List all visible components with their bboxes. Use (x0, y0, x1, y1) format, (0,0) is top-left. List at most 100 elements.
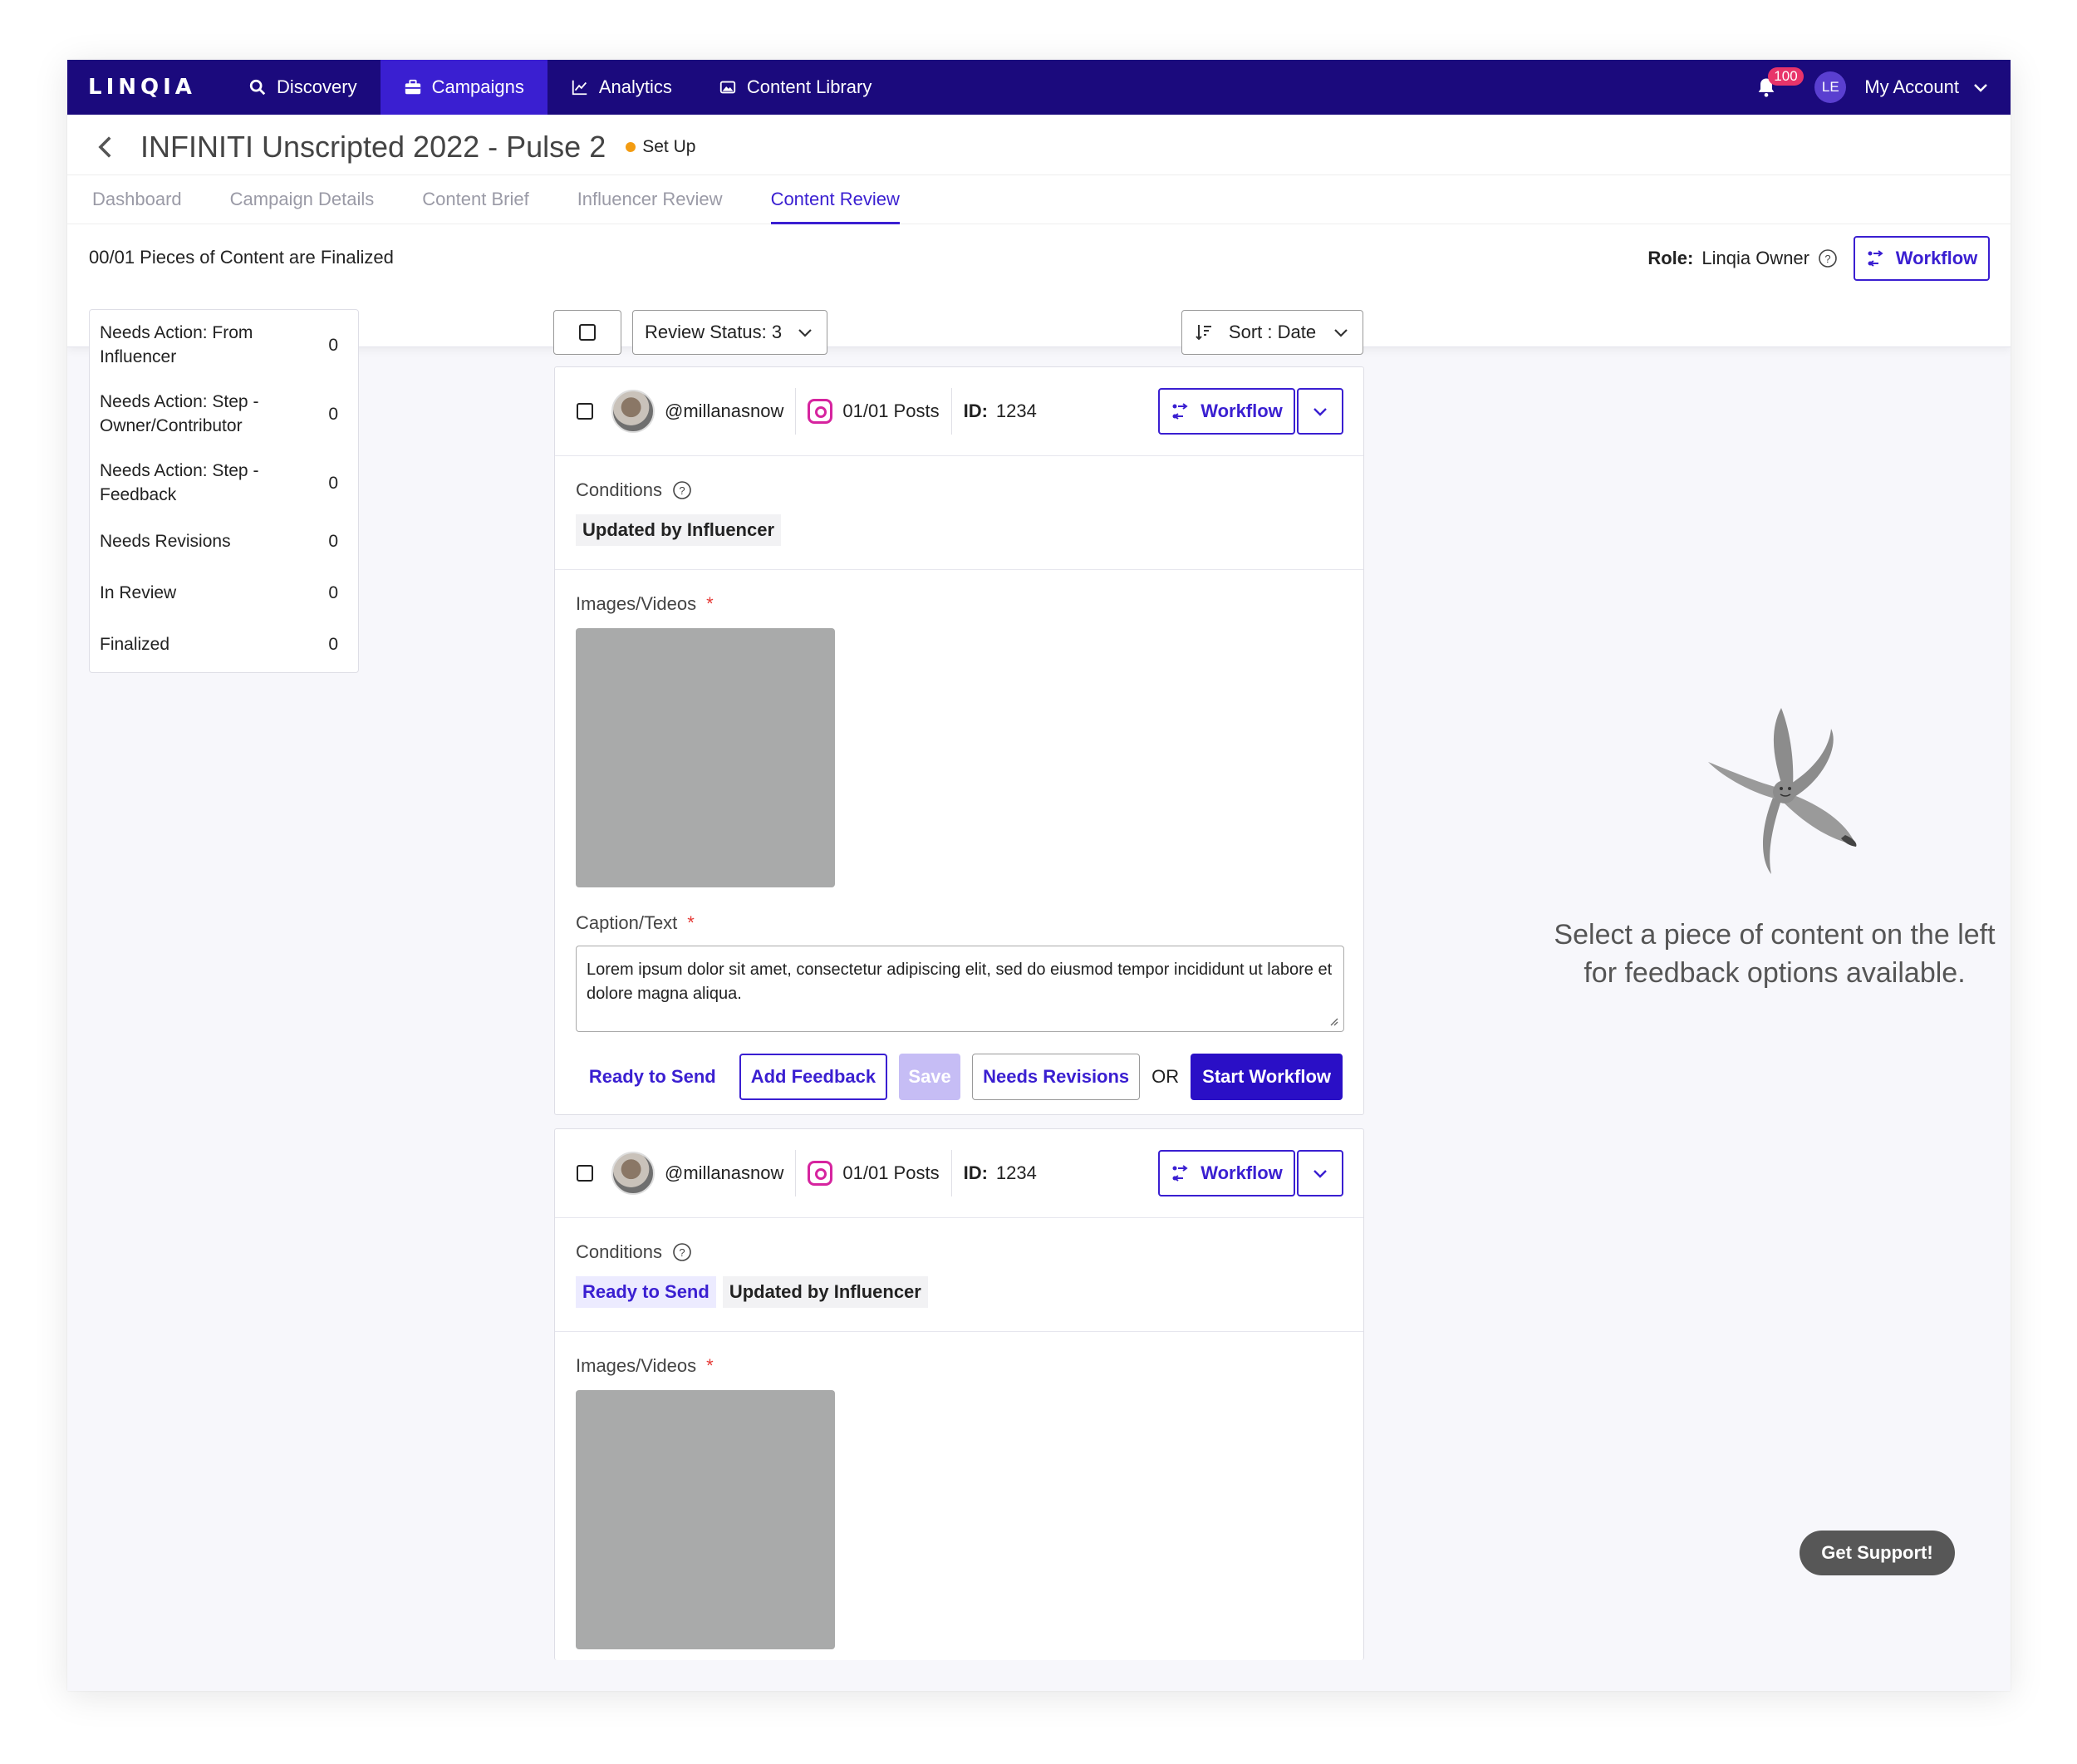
top-navbar: LINQIA Discovery Campaigns Analytics Con… (67, 60, 2011, 115)
linqia-logo[interactable]: LINQIA (88, 75, 225, 100)
nav-label: Content Library (746, 76, 872, 97)
tab-dashboard[interactable]: Dashboard (92, 175, 182, 224)
instagram-icon (808, 399, 833, 424)
conditions-label: Conditions ? (576, 479, 1343, 501)
content-checkbox[interactable] (577, 1165, 593, 1182)
select-all-checkbox[interactable] (553, 310, 621, 355)
media-section: Images/Videos * (555, 1332, 1363, 1660)
media-placeholder[interactable] (576, 1390, 835, 1649)
workflow-dropdown-button[interactable] (1297, 388, 1343, 435)
nav-campaigns[interactable]: Campaigns (380, 60, 547, 115)
filter-label: Needs Action: From Influencer (100, 323, 253, 366)
needs-revisions-button[interactable]: Needs Revisions (972, 1054, 1141, 1100)
filter-finalized[interactable]: Finalized 0 (100, 629, 348, 659)
ready-to-send-button[interactable]: Ready to Send (577, 1066, 728, 1088)
role-label: Role: (1647, 248, 1694, 268)
account-label: My Account (1864, 76, 1959, 97)
caption-value: Lorem ipsum dolor sit amet, consectetur … (587, 961, 1333, 1003)
workflow-button[interactable]: Workflow (1158, 1150, 1295, 1196)
filter-in-review[interactable]: In Review 0 (100, 577, 348, 607)
filter-needs-action-owner[interactable]: Needs Action: Step - Owner/Contributor 0 (100, 389, 348, 439)
review-status-dropdown[interactable]: Review Status: 3 (632, 310, 827, 355)
media-text: Images/Videos (576, 1355, 697, 1376)
filter-count: 0 (328, 473, 338, 493)
chevron-down-icon (798, 329, 812, 337)
help-icon[interactable]: ? (1818, 248, 1838, 268)
resize-handle-icon[interactable] (1328, 1016, 1338, 1026)
content-card-header: @millanasnow 01/01 Posts ID: 1234 Workfl… (555, 1129, 1363, 1218)
filter-needs-action-influencer[interactable]: Needs Action: From Influencer 0 (100, 320, 348, 370)
starfish-illustration-icon (1708, 708, 1857, 874)
instagram-icon (808, 1161, 833, 1186)
add-feedback-button[interactable]: Add Feedback (739, 1054, 888, 1100)
tab-content-brief[interactable]: Content Brief (422, 175, 528, 224)
get-support-button[interactable]: Get Support! (1800, 1531, 1955, 1575)
divider (795, 1150, 797, 1196)
required-marker: * (687, 912, 695, 933)
page-title: INFINITI Unscripted 2022 - Pulse 2 (140, 130, 606, 164)
conditions-section: Conditions ? Ready to Send Updated by In… (555, 1218, 1363, 1332)
nav-label: Discovery (277, 76, 357, 97)
divider (950, 1150, 952, 1196)
media-placeholder[interactable] (576, 628, 835, 887)
filter-needs-action-feedback[interactable]: Needs Action: Step - Feedback 0 (100, 458, 348, 508)
line-chart-icon (572, 80, 587, 96)
campaign-tabs: Dashboard Campaign Details Content Brief… (67, 174, 2011, 224)
notifications-button[interactable]: 100 (1755, 67, 1804, 99)
svg-text:?: ? (679, 1246, 685, 1259)
nav-label: Analytics (598, 76, 672, 97)
filter-count: 0 (328, 531, 338, 551)
image-gallery-icon (719, 81, 736, 94)
nav-discovery[interactable]: Discovery (225, 60, 381, 115)
media-text: Images/Videos (576, 593, 697, 614)
condition-chip: Updated by Influencer (722, 1276, 928, 1308)
content-checkbox[interactable] (577, 403, 593, 420)
conditions-text: Conditions (576, 1241, 662, 1262)
title-row: INFINITI Unscripted 2022 - Pulse 2 Set U… (92, 130, 695, 165)
tab-content-review[interactable]: Content Review (770, 175, 901, 224)
back-arrow-icon[interactable] (92, 133, 120, 161)
account-menu[interactable]: My Account (1864, 76, 1991, 98)
status-badge: Set Up (626, 137, 695, 157)
media-section: Images/Videos * Caption/Text * Lorem ipsum… (555, 570, 1363, 1114)
workflow-dropdown-button[interactable] (1297, 1150, 1343, 1196)
influencer-handle[interactable]: @millanasnow (665, 400, 783, 422)
sort-icon (1196, 325, 1211, 341)
content-card: @millanasnow 01/01 Posts ID: 1234 Workfl… (554, 1128, 1364, 1660)
content-summary-bar: 00/01 Pieces of Content are Finalized Ro… (67, 224, 2011, 291)
influencer-avatar (611, 1152, 655, 1195)
influencer-handle[interactable]: @millanasnow (665, 1162, 783, 1184)
tab-influencer-review[interactable]: Influencer Review (577, 175, 723, 224)
review-actions: Ready to Send Add Feedback Save Needs Re… (576, 1054, 1343, 1100)
start-workflow-button[interactable]: Start Workflow (1191, 1054, 1343, 1100)
save-button[interactable]: Save (899, 1054, 961, 1100)
tab-campaign-details[interactable]: Campaign Details (230, 175, 375, 224)
content-id: 1234 (995, 1162, 1037, 1183)
caption-textarea[interactable]: Lorem ipsum dolor sit amet, consectetur … (576, 946, 1344, 1032)
filter-needs-revisions[interactable]: Needs Revisions 0 (100, 526, 348, 556)
svg-text:?: ? (679, 484, 685, 497)
caption-label: Caption/Text * (576, 912, 1343, 934)
media-label: Images/Videos * (576, 1355, 1343, 1377)
condition-chips: Updated by Influencer (576, 514, 1343, 546)
nav-label: Campaigns (431, 76, 524, 97)
content-card: @millanasnow 01/01 Posts ID: 1234 Workfl… (554, 366, 1364, 1115)
workflow-button[interactable]: Workflow (1158, 388, 1295, 435)
condition-chip: Ready to Send (576, 1276, 716, 1308)
help-icon[interactable]: ? (672, 1242, 692, 1262)
nav-content-library[interactable]: Content Library (695, 60, 895, 115)
status-dot-icon (626, 142, 636, 152)
sort-dropdown[interactable]: Sort : Date (1181, 310, 1363, 355)
sort-label: Sort : Date (1228, 322, 1317, 342)
user-avatar[interactable]: LE (1814, 71, 1847, 103)
role-info: Role: Linqia Owner ? (1647, 248, 1838, 269)
app-window: LINQIA Discovery Campaigns Analytics Con… (67, 60, 2011, 1691)
help-icon[interactable]: ? (672, 480, 692, 500)
nav-right: 100 LE My Account (1755, 60, 1991, 115)
filter-count: 0 (328, 404, 338, 424)
divider (950, 388, 952, 435)
nav-analytics[interactable]: Analytics (547, 60, 695, 115)
workflow-button[interactable]: Workflow (1854, 236, 1990, 281)
media-label: Images/Videos * (576, 593, 1343, 615)
briefcase-icon (405, 79, 420, 95)
